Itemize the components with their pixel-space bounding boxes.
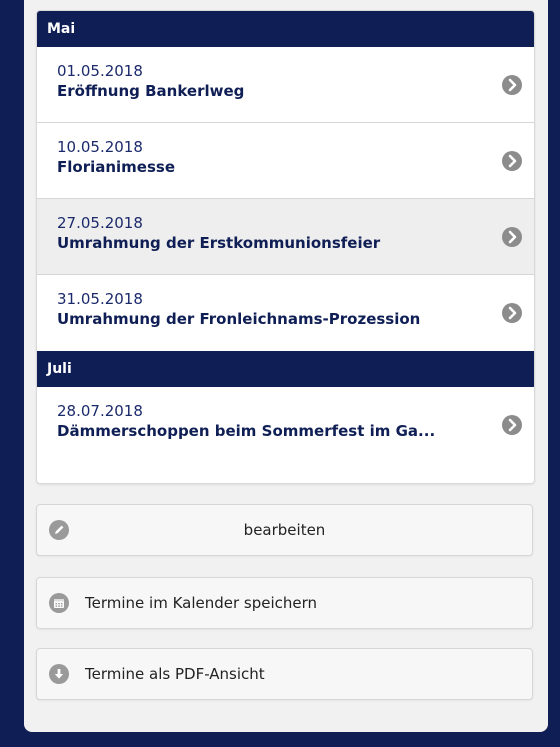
edit-button-label: bearbeiten <box>243 521 326 539</box>
event-date: 31.05.2018 <box>57 290 143 308</box>
event-title: Umrahmung der Fronleichnams-Prozession <box>57 310 421 328</box>
save-to-calendar-label: Termine im Kalender speichern <box>85 594 318 612</box>
chevron-right-icon <box>502 227 522 247</box>
download-icon <box>49 664 69 684</box>
event-title: Florianimesse <box>57 158 176 176</box>
chevron-right-icon <box>502 415 522 435</box>
event-list: Mai 01.05.2018 Eröffnung Bankerlweg 10.0… <box>36 10 535 484</box>
event-title: Eröffnung Bankerlweg <box>57 82 245 100</box>
save-to-calendar-button[interactable]: Termine im Kalender speichern <box>36 577 533 629</box>
chevron-right-icon <box>502 75 522 95</box>
pdf-view-label: Termine als PDF-Ansicht <box>85 665 265 683</box>
content-panel: Mai 01.05.2018 Eröffnung Bankerlweg 10.0… <box>24 0 548 732</box>
event-date: 10.05.2018 <box>57 138 143 156</box>
event-date: 28.07.2018 <box>57 402 143 420</box>
event-date: 01.05.2018 <box>57 62 143 80</box>
month-header-juli: Juli <box>37 351 534 387</box>
calendar-icon <box>49 593 69 613</box>
event-title: Umrahmung der Erstkommunionsfeier <box>57 234 381 252</box>
event-row[interactable]: 10.05.2018 Florianimesse <box>37 123 534 199</box>
chevron-right-icon <box>502 151 522 171</box>
edit-button[interactable]: bearbeiten <box>36 504 533 556</box>
pdf-view-button[interactable]: Termine als PDF-Ansicht <box>36 648 533 700</box>
event-row[interactable]: 27.05.2018 Umrahmung der Erstkommunionsf… <box>37 199 534 275</box>
event-date: 27.05.2018 <box>57 214 143 232</box>
event-row[interactable]: 31.05.2018 Umrahmung der Fronleichnams-P… <box>37 275 534 351</box>
chevron-right-icon <box>502 303 522 323</box>
event-row[interactable]: 01.05.2018 Eröffnung Bankerlweg <box>37 47 534 123</box>
month-header-mai: Mai <box>37 11 534 47</box>
event-row[interactable]: 28.07.2018 Dämmerschoppen beim Sommerfes… <box>37 387 534 462</box>
event-title: Dämmerschoppen beim Sommerfest im Ga... <box>57 422 436 440</box>
